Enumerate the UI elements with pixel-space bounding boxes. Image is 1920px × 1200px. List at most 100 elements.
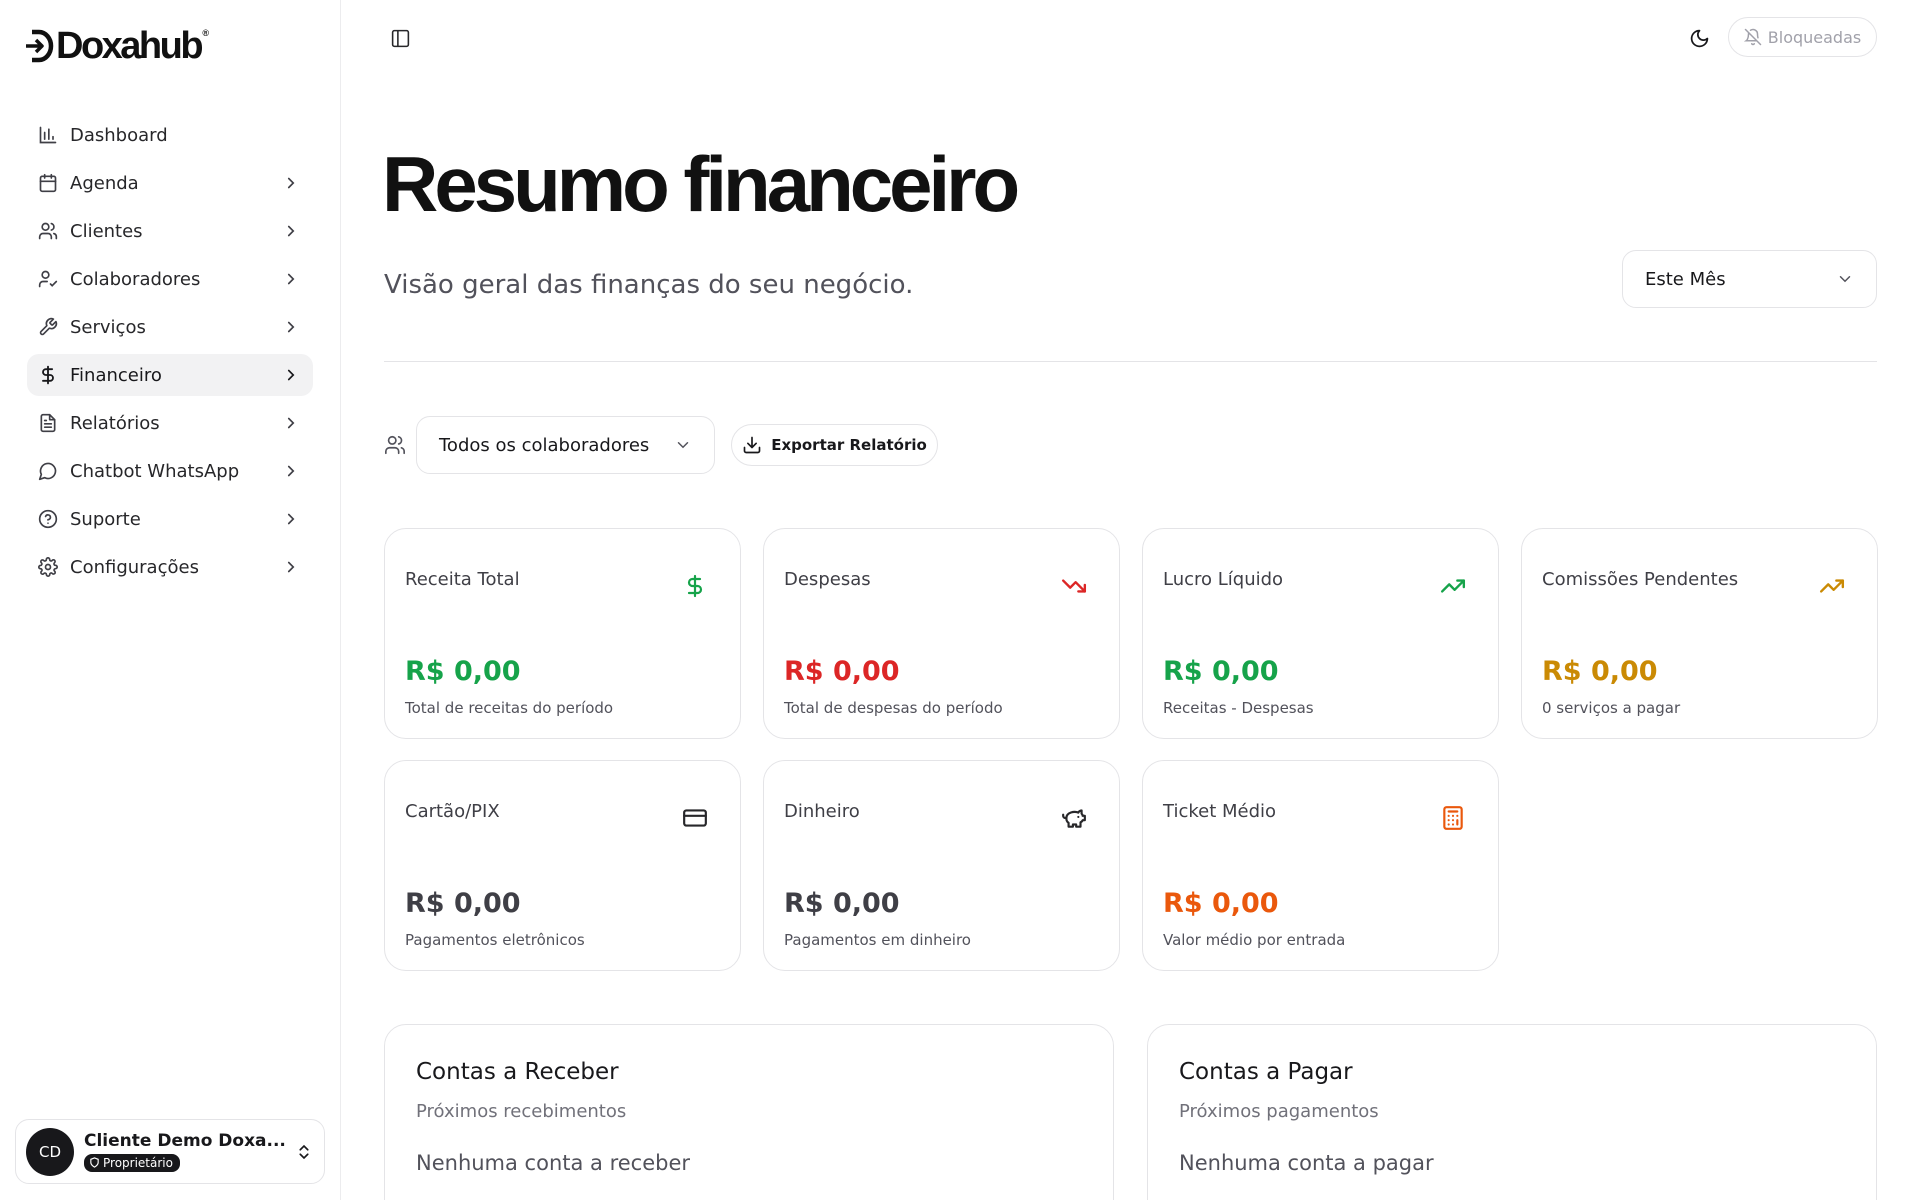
sidebar-item-clientes[interactable]: Clientes: [27, 210, 313, 252]
stat-label: Despesas: [784, 569, 871, 590]
sidebar-item-agenda[interactable]: Agenda: [27, 162, 313, 204]
stat-card-cartao-pix: Cartão/PIX R$ 0,00 Pagamentos eletrônico…: [384, 760, 741, 971]
sidebar-item-label: Colaboradores: [70, 268, 201, 290]
sidebar-item-label: Serviços: [70, 316, 146, 338]
dollar-icon: [682, 573, 708, 599]
brand-name: Doxahub ®: [56, 25, 210, 67]
stat-value: R$ 0,00: [1542, 656, 1658, 687]
stat-value: R$ 0,00: [1163, 888, 1279, 919]
stat-label: Ticket Médio: [1163, 801, 1277, 822]
sidebar-item-relatorios[interactable]: Relatórios: [27, 402, 313, 444]
sidebar-item-label: Clientes: [70, 220, 143, 242]
stat-card-dinheiro: Dinheiro R$ 0,00 Pagamentos em dinheiro: [763, 760, 1120, 971]
sidebar-item-label: Dashboard: [70, 124, 168, 146]
sidebar-item-label: Financeiro: [70, 364, 162, 386]
stat-value: R$ 0,00: [1163, 656, 1279, 687]
empty-state-text: Nenhuma conta a receber: [416, 1151, 691, 1175]
trending-up-icon: [1440, 573, 1466, 599]
role-badge: Proprietário: [84, 1153, 180, 1172]
chevron-down-icon: [1839, 276, 1851, 283]
export-report-button[interactable]: Exportar Relatório: [731, 424, 938, 466]
chevron-right-icon: [281, 221, 301, 241]
toggle-sidebar-button[interactable]: [388, 26, 412, 50]
file-text-icon: [37, 412, 59, 434]
header-divider: [384, 361, 1877, 362]
empty-state-text: Nenhuma conta a pagar: [1179, 1151, 1434, 1175]
blocked-label: Bloqueadas: [1767, 27, 1862, 47]
stat-description: Total de despesas do período: [784, 699, 1003, 717]
user-menu[interactable]: CD Cliente Demo Doxa... Proprietário: [15, 1119, 325, 1184]
stat-value: R$ 0,00: [405, 888, 521, 919]
stat-card-ticket-medio: Ticket Médio R$ 0,00 Valor médio por ent…: [1142, 760, 1499, 971]
accounts-payable-panel: Contas a Pagar Próximos pagamentos Nenhu…: [1147, 1024, 1877, 1200]
trending-down-icon: [1061, 573, 1087, 599]
chevron-right-icon: [281, 269, 301, 289]
stat-card-comissoes-pendentes: Comissões Pendentes R$ 0,00 0 serviços a…: [1521, 528, 1878, 739]
panel-left-icon: [391, 29, 409, 47]
message-circle-icon: [37, 460, 59, 482]
users-icon: [37, 220, 59, 242]
stat-label: Receita Total: [405, 569, 520, 590]
sidebar-item-label: Configurações: [70, 556, 199, 578]
stat-value: R$ 0,00: [784, 656, 900, 687]
stat-description: Valor médio por entrada: [1163, 931, 1346, 949]
stat-description: Receitas - Despesas: [1163, 699, 1314, 717]
stat-label: Lucro Líquido: [1163, 569, 1284, 590]
calculator-icon: [1440, 805, 1466, 831]
sidebar-item-label: Suporte: [70, 508, 141, 530]
stat-value: R$ 0,00: [784, 888, 900, 919]
chevron-right-icon: [281, 413, 301, 433]
sidebar-item-label: Chatbot WhatsApp: [70, 460, 240, 482]
help-circle-icon: [37, 508, 59, 530]
stat-description: 0 serviços a pagar: [1542, 699, 1681, 717]
dollar-icon: [37, 364, 59, 386]
sidebar-item-financeiro[interactable]: Financeiro: [27, 354, 313, 396]
sidebar-nav: Dashboard Agenda Clientes Colaboradores: [27, 114, 313, 594]
blocked-notifications-button[interactable]: Bloqueadas: [1728, 17, 1877, 57]
panel-title: Contas a Receber: [416, 1059, 619, 1085]
settings-icon: [37, 556, 59, 578]
panel-title: Contas a Pagar: [1179, 1059, 1353, 1085]
accounts-receivable-panel: Contas a Receber Próximos recebimentos N…: [384, 1024, 1114, 1200]
export-report-label: Exportar Relatório: [771, 436, 927, 454]
moon-icon: [1690, 29, 1708, 47]
user-check-icon: [37, 268, 59, 290]
registered-mark: ®: [202, 28, 210, 38]
stat-label: Cartão/PIX: [405, 801, 500, 822]
bell-off-icon: [1743, 28, 1762, 46]
stat-card-receita-total: Receita Total R$ 0,00 Total de receitas …: [384, 528, 741, 739]
shield-icon: [90, 1157, 99, 1168]
sidebar-item-label: Agenda: [70, 172, 139, 194]
brand-logo[interactable]: Doxahub ®: [26, 24, 210, 68]
panel-subtitle: Próximos recebimentos: [416, 1101, 627, 1122]
credit-card-icon: [682, 805, 708, 831]
page-subtitle: Visão geral das finanças do seu negócio.: [384, 270, 914, 300]
stat-description: Total de receitas do período: [405, 699, 614, 717]
bar-chart-icon: [37, 124, 59, 146]
stat-card-despesas: Despesas R$ 0,00 Total de despesas do pe…: [763, 528, 1120, 739]
period-select[interactable]: Este Mês: [1622, 250, 1877, 308]
user-name: Cliente Demo Doxa...: [84, 1130, 286, 1151]
chevron-right-icon: [281, 557, 301, 577]
sidebar-item-colaboradores[interactable]: Colaboradores: [27, 258, 313, 300]
sidebar-item-chatbot-whatsapp[interactable]: Chatbot WhatsApp: [27, 450, 313, 492]
sidebar-item-dashboard[interactable]: Dashboard: [27, 114, 313, 156]
sidebar-item-suporte[interactable]: Suporte: [27, 498, 313, 540]
sidebar-item-servicos[interactable]: Serviços: [27, 306, 313, 348]
stat-card-lucro-liquido: Lucro Líquido R$ 0,00 Receitas - Despesa…: [1142, 528, 1499, 739]
sidebar-item-label: Relatórios: [70, 412, 160, 434]
page-title: Resumo financeiro: [382, 140, 1020, 228]
theme-toggle-button[interactable]: [1686, 25, 1712, 51]
sidebar-item-configuracoes[interactable]: Configurações: [27, 546, 313, 588]
download-icon: [743, 436, 761, 454]
trending-up-icon: [1819, 573, 1845, 599]
chevron-right-icon: [281, 173, 301, 193]
calendar-icon: [37, 172, 59, 194]
sidebar: Doxahub ® Dashboard Agenda Clientes Cola…: [0, 0, 341, 1200]
chevron-right-icon: [281, 317, 301, 337]
collaborator-select[interactable]: Todos os colaboradores: [416, 416, 715, 474]
piggy-bank-icon: [1061, 805, 1087, 831]
wrench-icon: [37, 316, 59, 338]
chevrons-up-down-icon: [294, 1143, 314, 1161]
users-icon: [385, 435, 405, 455]
